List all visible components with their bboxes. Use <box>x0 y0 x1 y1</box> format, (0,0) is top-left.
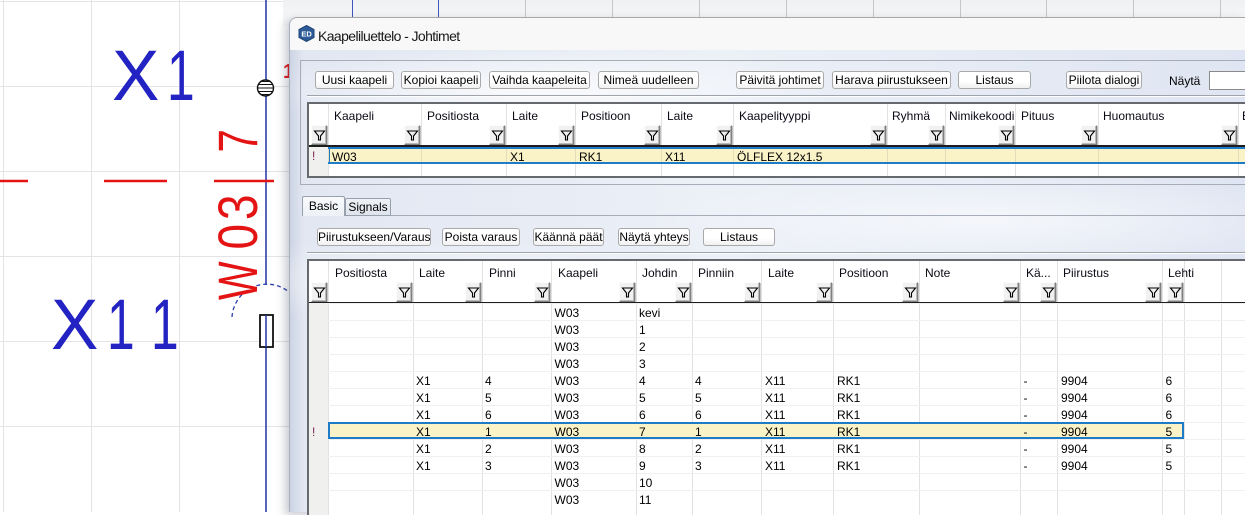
svg-text:7: 7 <box>207 129 269 152</box>
svg-text:0: 0 <box>207 224 269 250</box>
svg-text:ED: ED <box>301 30 312 39</box>
svg-text:W: W <box>208 261 270 300</box>
svg-text:3: 3 <box>207 194 269 220</box>
